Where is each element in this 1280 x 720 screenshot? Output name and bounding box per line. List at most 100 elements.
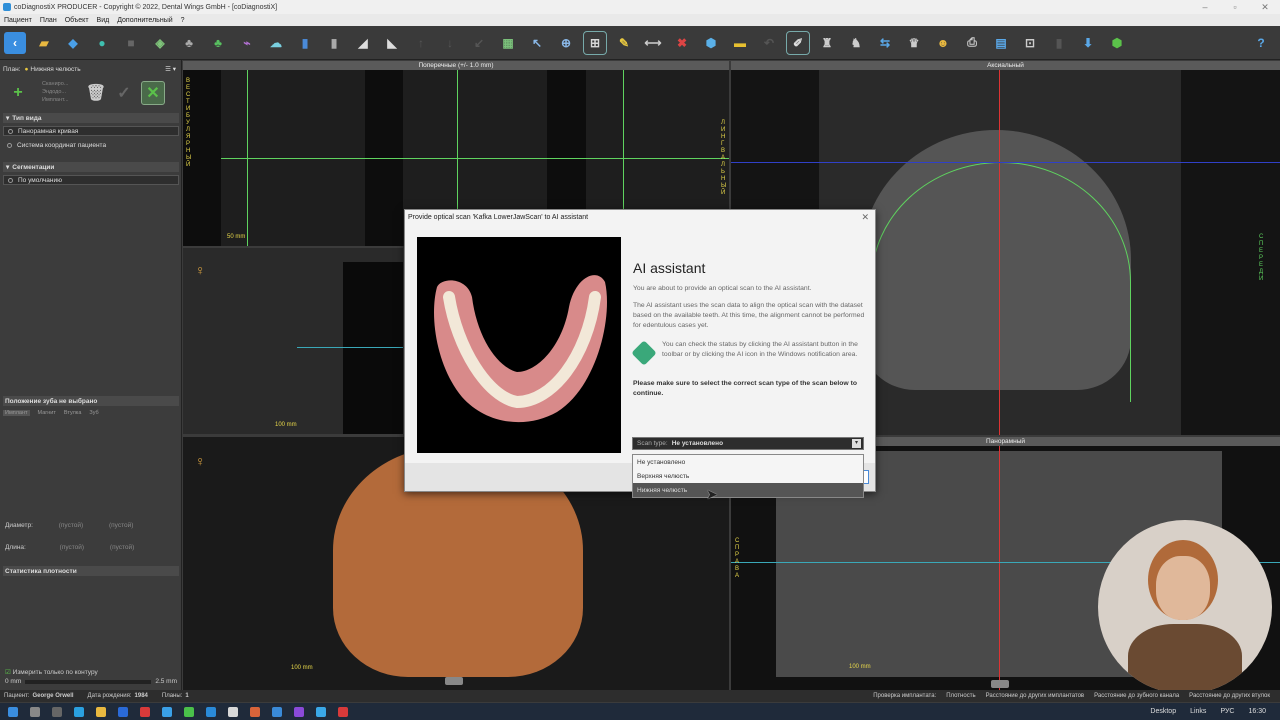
add-plan-button[interactable]: + — [6, 81, 30, 105]
model-icon[interactable]: ☁ — [265, 32, 287, 54]
view-type-panoramic[interactable]: Панорамная кривая — [3, 126, 179, 136]
implant-tool-icon[interactable]: ♣ — [178, 32, 200, 54]
outlook-icon[interactable] — [118, 706, 128, 717]
collapse-icon[interactable]: ▾ — [6, 114, 9, 122]
measure-icon[interactable]: ✎ — [613, 32, 635, 54]
guide-icon[interactable]: ◢ — [352, 32, 374, 54]
length-value-2[interactable]: (пустой) — [110, 544, 134, 551]
tooth-position-bar[interactable]: Положение зуба не выбрано — [3, 396, 179, 406]
distance-icon[interactable]: ⟷ — [642, 32, 664, 54]
app-blue2-icon[interactable] — [272, 706, 282, 717]
status-canal-distance[interactable]: Расстояние до зубного канала — [1094, 693, 1179, 699]
menu-plan[interactable]: План — [40, 17, 57, 24]
trash-icon[interactable]: 🗑 — [84, 81, 108, 105]
print-icon[interactable]: ⎙ — [961, 32, 983, 54]
open-folder-icon[interactable]: ▰ — [33, 32, 55, 54]
diameter-value-1[interactable]: (пустой) — [59, 522, 83, 529]
status-implant-check[interactable]: Проверка имплантата: — [873, 693, 936, 699]
collapse-icon[interactable]: ▾ — [6, 163, 9, 171]
scan-align-icon[interactable]: ♞ — [845, 32, 867, 54]
crosshair-tool-icon[interactable]: ✕ — [141, 81, 165, 105]
ruler-icon[interactable]: ▬ — [729, 32, 751, 54]
measure-checkbox[interactable]: ☑ — [5, 669, 11, 676]
chrome-icon[interactable] — [184, 706, 194, 717]
delete-icon[interactable]: ✖ — [671, 32, 693, 54]
scan-type-select[interactable]: Scan type: Не установлено ▾ — [632, 437, 864, 450]
export-icon[interactable]: ⬇ — [1077, 32, 1099, 54]
task-view-icon[interactable] — [52, 706, 62, 717]
nerve-icon[interactable]: ⌁ — [236, 32, 258, 54]
implant-add-icon[interactable]: ♣ — [207, 32, 229, 54]
tab-implant[interactable]: Имплант — [3, 410, 30, 416]
length-value-1[interactable]: (пустой) — [60, 544, 84, 551]
option-lower-jaw[interactable]: Нижняя челюсть — [633, 483, 863, 497]
status-sleeve-distance[interactable]: Расстояние до других втулок — [1189, 693, 1270, 699]
sleeve-icon[interactable]: ▮ — [294, 32, 316, 54]
dialog-close-icon[interactable]: ✕ — [861, 212, 869, 223]
person-icon[interactable]: ☻ — [932, 32, 954, 54]
scan-upload-icon[interactable]: ♜ — [816, 32, 838, 54]
back-icon[interactable]: ‹ — [4, 31, 26, 54]
status-density[interactable]: Плотность — [946, 693, 975, 699]
guide-export-icon[interactable]: ◣ — [381, 32, 403, 54]
doc-icon[interactable]: ▤ — [990, 32, 1012, 54]
tooth-icon[interactable]: ♛ — [903, 32, 925, 54]
desktop-label[interactable]: Desktop — [1150, 708, 1176, 715]
transfer-icon[interactable]: ⇆ — [874, 32, 896, 54]
tab-tooth[interactable]: Зуб — [89, 410, 98, 416]
codiagnostix-icon[interactable] — [316, 706, 326, 717]
language-label[interactable]: РУС — [1220, 708, 1234, 715]
segment-default[interactable]: По умолчанию — [3, 175, 179, 185]
cursor-icon[interactable]: ↖ — [526, 32, 548, 54]
links-label[interactable]: Links — [1190, 708, 1206, 715]
menu-extra[interactable]: Дополнительный — [117, 17, 172, 24]
edge-icon[interactable] — [74, 706, 84, 717]
explorer-icon[interactable] — [96, 706, 106, 717]
plan-value[interactable]: Нижняя челюсть — [30, 66, 80, 73]
help-icon[interactable]: ? — [1250, 32, 1272, 54]
zoom-icon[interactable]: ⊕ — [555, 32, 577, 54]
status-implant-distance[interactable]: Расстояние до других имплантатов — [986, 693, 1085, 699]
drill-icon[interactable]: ▮ — [323, 32, 345, 54]
menu-object[interactable]: Объект — [65, 17, 89, 24]
app-red2-icon[interactable] — [338, 706, 348, 717]
option-upper-jaw[interactable]: Верхняя челюсть — [633, 469, 863, 483]
app-blue-icon[interactable] — [162, 706, 172, 717]
pen-icon[interactable]: ✐ — [786, 30, 810, 55]
powerpoint-icon[interactable] — [250, 706, 260, 717]
cube-icon[interactable]: ⬢ — [700, 32, 722, 54]
tab-magnet[interactable]: Магнит — [38, 410, 56, 416]
teams-icon[interactable] — [294, 706, 304, 717]
screenshot-icon[interactable]: ⊡ — [1019, 32, 1041, 54]
option-not-set[interactable]: Не установлено — [633, 455, 863, 469]
menu-view[interactable]: Вид — [97, 17, 110, 24]
menu-help[interactable]: ? — [181, 17, 185, 24]
windows-start-icon[interactable] — [8, 706, 18, 717]
density-stats-bar[interactable]: Статистика плотности — [3, 566, 179, 576]
maximize-icon[interactable]: ▫ — [1220, 0, 1250, 14]
search-icon[interactable] — [30, 706, 40, 717]
app-white-icon[interactable] — [228, 706, 238, 717]
close-window-icon[interactable]: ✕ — [1250, 0, 1280, 14]
diameter-value-2[interactable]: (пустой) — [109, 522, 133, 529]
clock[interactable]: 16:30 — [1248, 708, 1266, 715]
menu-patient[interactable]: Пациент — [4, 17, 32, 24]
layout-icon[interactable]: ▦ — [497, 32, 519, 54]
sync-icon[interactable]: ◆ — [62, 32, 84, 54]
dataset-icon[interactable]: ● — [91, 32, 113, 54]
scroll-thumb[interactable] — [991, 680, 1009, 688]
minimize-icon[interactable]: – — [1190, 0, 1220, 14]
chevron-down-icon[interactable]: ▾ — [852, 439, 861, 448]
range-slider[interactable] — [25, 680, 152, 684]
orientation-label: СПЕРЕДИ — [1259, 234, 1264, 282]
segment-icon[interactable]: ◈ — [149, 32, 171, 54]
tab-sleeve[interactable]: Втулка — [64, 410, 82, 416]
panel-menu-icon[interactable]: ☰ ▾ — [165, 65, 176, 73]
scroll-thumb[interactable] — [445, 677, 463, 685]
word-icon[interactable] — [206, 706, 216, 717]
ai-assistant-icon[interactable]: ⬢ — [1106, 32, 1128, 54]
crosshair-icon[interactable]: ⊞ — [583, 30, 607, 55]
radio-icon[interactable] — [7, 142, 12, 148]
app-red-icon[interactable] — [140, 706, 150, 717]
tangential-view[interactable]: ♀ 100 mm — [183, 248, 403, 434]
